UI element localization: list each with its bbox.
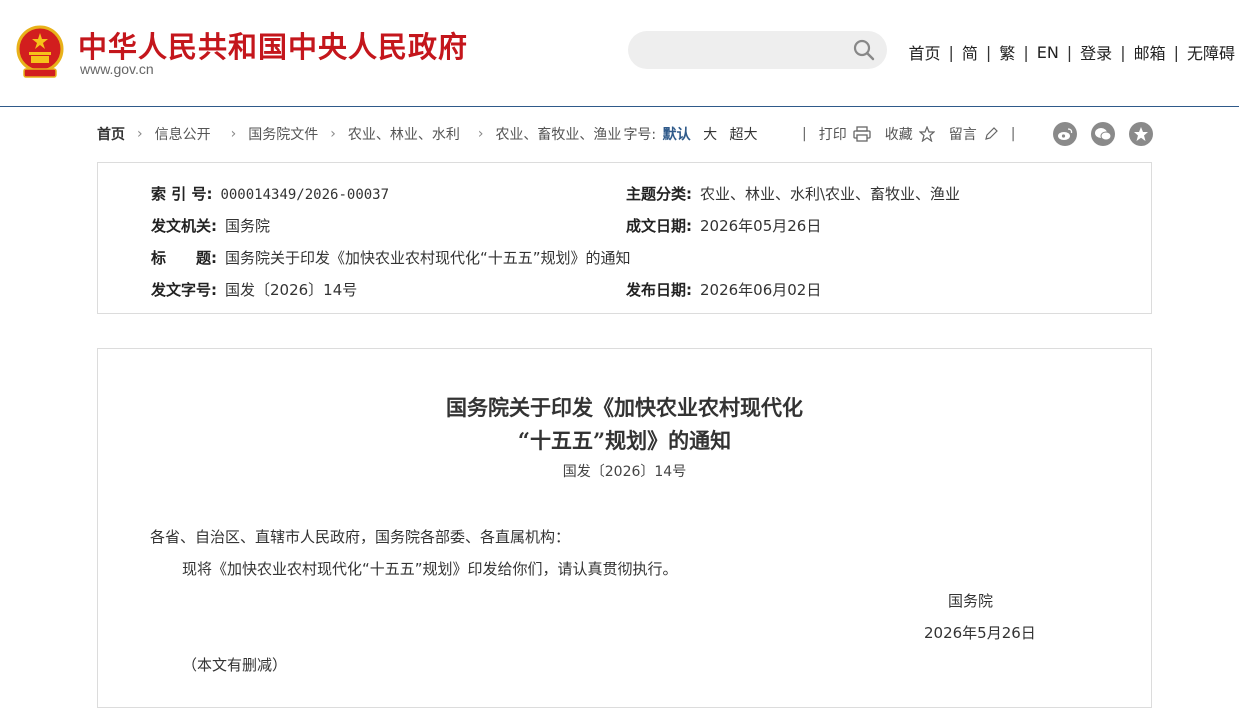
nav-english[interactable]: EN [1037,43,1059,62]
breadcrumb-agri-forestry-water[interactable]: 农业、林业、水利 [348,124,460,144]
weibo-icon[interactable] [1053,122,1077,146]
print-label: 打印 [818,127,847,143]
meta-date-written-label: 成文日期: [626,217,692,235]
chevron-right-icon: › [330,126,336,142]
document-date: 2026年5月26日 [924,624,1036,642]
favorites-star-icon[interactable] [1129,122,1153,146]
font-size-extra-large[interactable]: 超大 [730,127,758,143]
meta-date-written: 成文日期: 2026年05月26日 [626,215,821,236]
document-title-line-1: 国务院关于印发《加快农业农村现代化 [446,395,803,420]
printer-icon [853,126,871,142]
document-salutation: 各省、自治区、直辖市人民政府，国务院各部委、各直属机构： [150,528,571,546]
document-content: 国务院关于印发《加快农业农村现代化 “十五五”规划》的通知 国发〔2026〕14… [97,348,1152,708]
nav-home[interactable]: 首页 [908,40,940,64]
top-nav: 首页 | 简 | 繁 | EN | 登录 | 邮箱 | 无障碍 [908,40,1235,64]
site-header: 中华人民共和国中央人民政府 www.gov.cn 首页 | 简 | 繁 | EN… [0,0,1239,107]
nav-simplified[interactable]: 简 [962,40,978,64]
site-title[interactable]: 中华人民共和国中央人民政府 [78,24,468,66]
nav-divider: | [1066,42,1073,62]
meta-title-value: 国务院关于印发《加快农业农村现代化“十五五”规划》的通知 [225,249,631,267]
font-size-default[interactable]: 默认 [663,127,691,143]
search-input[interactable] [628,31,887,69]
meta-doc-no-value: 国发〔2026〕14号 [225,281,358,299]
tools-divider: | [1010,126,1016,142]
document-metadata: 索 引 号: 000014349/2026-00037 主题分类: 农业、林业、水利… [97,162,1152,314]
article-tools: | 打印 收藏 留言 | [790,124,1027,144]
meta-doc-no-label: 发文字号: [151,281,217,299]
meta-publish-date-value: 2026年06月02日 [700,281,822,299]
nav-divider: | [1023,42,1029,62]
document-body: 现将《加快农业农村现代化“十五五”规划》印发给你们，请认真贯彻执行。 [182,560,678,578]
font-size-label: 字号: [623,127,657,143]
font-size-switcher: 字号: 默认 大 超大 [623,124,758,144]
meta-index-value: 000014349/2026-00037 [220,187,390,203]
chevron-right-icon: › [137,126,143,142]
favorite-button[interactable]: 收藏 [885,124,935,144]
meta-title-label: 标 题: [151,249,217,267]
meta-publish-date-label: 发布日期: [626,281,692,299]
favorite-label: 收藏 [884,127,913,143]
meta-doc-no: 发文字号: 国发〔2026〕14号 [151,279,357,300]
site-url[interactable]: www.gov.cn [80,61,154,77]
print-button[interactable]: 打印 [819,124,871,144]
meta-topic-value: 农业、林业、水利\农业、畜牧业、渔业 [700,185,961,203]
meta-date-written-value: 2026年05月26日 [700,217,822,235]
comment-label: 留言 [948,127,977,143]
nav-traditional[interactable]: 繁 [999,40,1015,64]
breadcrumb-agri-husbandry-fishery[interactable]: 农业、畜牧业、渔业 [495,124,621,144]
wechat-icon[interactable] [1091,122,1115,146]
document-number: 国发〔2026〕14号 [562,464,687,480]
nav-divider: | [948,42,954,62]
meta-issuer: 发文机关: 国务院 [151,215,270,236]
nav-mailbox[interactable]: 邮箱 [1134,40,1166,64]
breadcrumb-info-disclosure[interactable]: 信息公开 [155,124,211,144]
meta-issuer-label: 发文机关: [151,217,217,235]
breadcrumb-state-council-docs[interactable]: 国务院文件 [248,124,318,144]
meta-publish-date: 发布日期: 2026年06月02日 [626,279,821,300]
nav-divider: | [1120,42,1126,62]
meta-index-label: 索 引 号: [151,185,213,203]
breadcrumb-home[interactable]: 首页 [97,124,125,144]
tools-divider: | [802,126,807,142]
comment-button[interactable]: 留言 [949,124,999,144]
breadcrumb: 首页 › 信息公开 › 国务院文件 › 农业、林业、水利 › 农业、畜牧业、渔业… [97,124,758,144]
national-emblem-icon[interactable] [14,25,66,81]
document-title: 国务院关于印发《加快农业农村现代化 “十五五”规划》的通知 [98,391,1151,457]
meta-issuer-value: 国务院 [225,217,271,235]
document-title-line-2: “十五五”规划》的通知 [517,428,732,453]
pencil-icon [984,127,998,140]
meta-index: 索 引 号: 000014349/2026-00037 [151,183,389,204]
meta-title: 标 题: 国务院关于印发《加快农业农村现代化“十五五”规划》的通知 [151,247,631,268]
nav-divider: | [1173,42,1179,62]
nav-login[interactable]: 登录 [1080,40,1112,64]
document-signature: 国务院 [948,592,994,610]
font-size-large[interactable]: 大 [703,127,717,143]
chevron-right-icon: › [477,126,484,142]
document-note: （本文有删减） [182,656,288,674]
nav-accessibility[interactable]: 无障碍 [1187,40,1235,64]
search-icon[interactable] [853,39,875,61]
chevron-right-icon: › [230,126,237,142]
nav-divider: | [985,42,992,62]
star-outline-icon [918,126,935,142]
meta-topic-label: 主题分类: [626,185,692,203]
meta-topic: 主题分类: 农业、林业、水利\农业、畜牧业、渔业 [626,183,960,204]
